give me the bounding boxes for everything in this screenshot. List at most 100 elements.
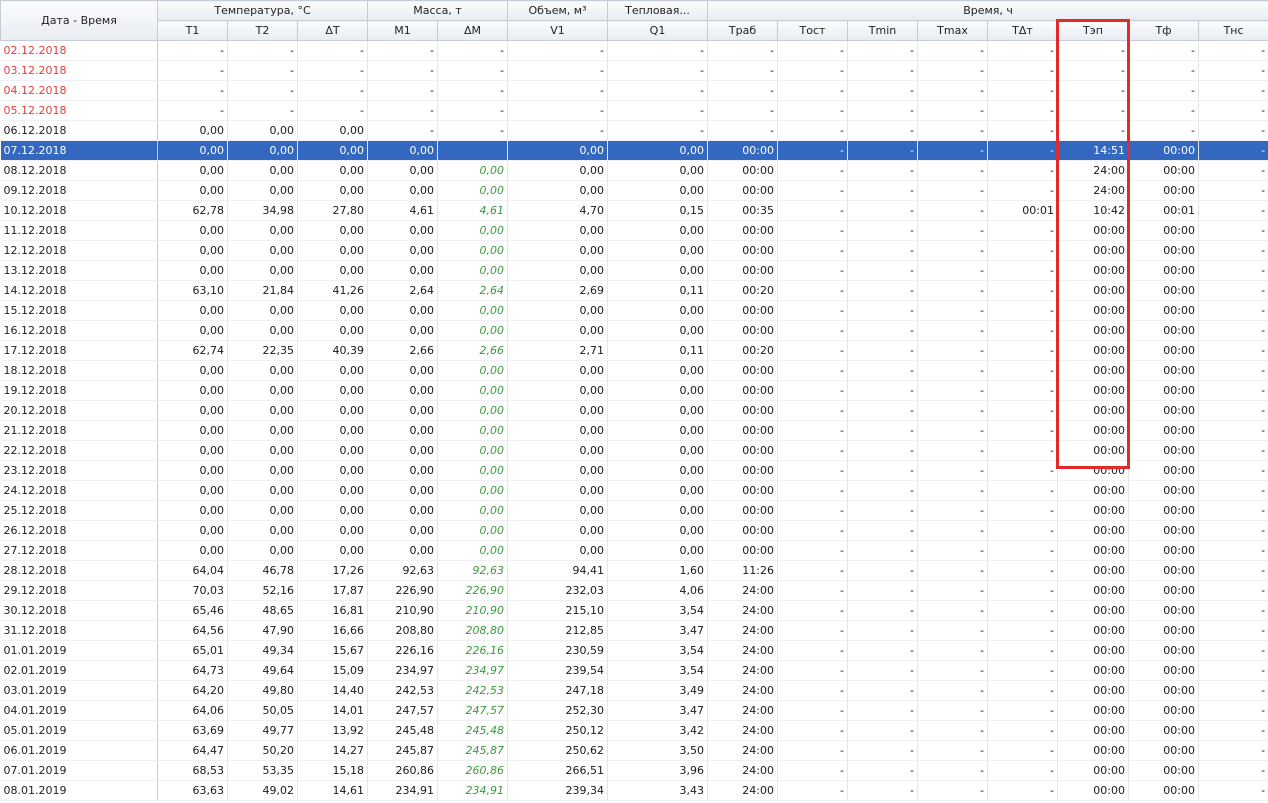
- table-cell: 00:00: [707, 140, 778, 161]
- table-row[interactable]: 02.01.2019 64,73 49,64 15,09 234,97 234,97 239…: [0, 660, 1268, 681]
- column-header[interactable]: Тэп: [1057, 20, 1129, 41]
- column-header[interactable]: Траб: [707, 20, 778, 41]
- column-header[interactable]: T1: [157, 20, 228, 41]
- table-row[interactable]: 11.12.2018 0,00 0,00 0,00 0,00 0,00 0,00 0,00 00…: [0, 220, 1268, 241]
- column-header[interactable]: M1: [367, 20, 438, 41]
- table-row[interactable]: 06.12.2018 0,00 0,00 0,00- - - - - - - - - - - -: [0, 120, 1268, 141]
- table-row[interactable]: 04.01.2019 64,06 50,05 14,01 247,57 247,57 252…: [0, 700, 1268, 721]
- table-row[interactable]: 10.12.2018 62,78 34,98 27,80 4,61 4,61 4,70 0,1…: [0, 200, 1268, 221]
- column-header[interactable]: Q1: [607, 20, 708, 41]
- table-row[interactable]: 17.12.2018 62,74 22,35 40,39 2,66 2,66 2,71 0,1…: [0, 340, 1268, 361]
- column-header[interactable]: Тmin: [847, 20, 918, 41]
- table-cell: 00:00: [1057, 780, 1129, 801]
- table-row[interactable]: 20.12.2018 0,00 0,00 0,00 0,00 0,00 0,00 0,00 00…: [0, 400, 1268, 421]
- table-row[interactable]: 08.01.2019 63,63 49,02 14,61 234,91 234,91 239…: [0, 780, 1268, 801]
- column-header[interactable]: V1: [507, 20, 608, 41]
- column-header[interactable]: Тф: [1128, 20, 1199, 41]
- table-cell: 0,00: [227, 360, 298, 381]
- table-row[interactable]: 12.12.2018 0,00 0,00 0,00 0,00 0,00 0,00 0,00 00…: [0, 240, 1268, 261]
- table-cell: -: [1198, 120, 1268, 141]
- table-cell: -: [847, 500, 918, 521]
- column-header-date[interactable]: Дата - Время: [0, 0, 158, 41]
- table-row[interactable]: 05.12.2018- - - - - - - - - - - - - - -: [0, 100, 1268, 121]
- table-cell: -: [777, 380, 848, 401]
- table-row[interactable]: 04.12.2018- - - - - - - - - - - - - - -: [0, 80, 1268, 101]
- table-row[interactable]: 03.01.2019 64,20 49,80 14,40 242,53 242,53 247…: [0, 680, 1268, 701]
- table-cell: -: [1198, 760, 1268, 781]
- table-row[interactable]: 23.12.2018 0,00 0,00 0,00 0,00 0,00 0,00 0,00 00…: [0, 460, 1268, 481]
- table-cell: 00:00: [1128, 620, 1199, 641]
- table-row[interactable]: 25.12.2018 0,00 0,00 0,00 0,00 0,00 0,00 0,00 00…: [0, 500, 1268, 521]
- table-row[interactable]: 31.12.2018 64,56 47,90 16,66 208,80 208,80 212…: [0, 620, 1268, 641]
- table-row[interactable]: 27.12.2018 0,00 0,00 0,00 0,00 0,00 0,00 0,00 00…: [0, 540, 1268, 561]
- table-row[interactable]: 09.12.2018 0,00 0,00 0,00 0,00 0,00 0,00 0,00 00…: [0, 180, 1268, 201]
- table-cell: 234,97: [437, 660, 508, 681]
- table-cell: 0,00: [367, 460, 438, 481]
- column-header[interactable]: Тmax: [917, 20, 988, 41]
- table-cell: -: [987, 740, 1058, 761]
- table-row[interactable]: 19.12.2018 0,00 0,00 0,00 0,00 0,00 0,00 0,00 00…: [0, 380, 1268, 401]
- table-row[interactable]: 07.12.2018 0,00 0,00 0,00 0,00 0,00 0,00 0,00 00…: [0, 140, 1268, 161]
- table-cell: -: [917, 640, 988, 661]
- table-cell: 226,16: [437, 640, 508, 661]
- column-header[interactable]: ΔM: [437, 20, 508, 41]
- row-date-cell: 25.12.2018: [0, 500, 158, 521]
- table-cell: 0,00: [157, 240, 228, 261]
- table-row[interactable]: 02.12.2018- - - - - - - - - - - - - - -: [0, 40, 1268, 61]
- table-row[interactable]: 03.12.2018- - - - - - - - - - - - - - -: [0, 60, 1268, 81]
- table-row[interactable]: 22.12.2018 0,00 0,00 0,00 0,00 0,00 0,00 0,00 00…: [0, 440, 1268, 461]
- table-cell: 94,41: [507, 560, 608, 581]
- table-cell: -: [1198, 300, 1268, 321]
- table-row[interactable]: 21.12.2018 0,00 0,00 0,00 0,00 0,00 0,00 0,00 00…: [0, 420, 1268, 441]
- table-cell: 0,00: [157, 360, 228, 381]
- table-row[interactable]: 14.12.2018 63,10 21,84 41,26 2,64 2,64 2,69 0,1…: [0, 280, 1268, 301]
- table-cell: -: [987, 640, 1058, 661]
- table-cell: -: [987, 680, 1058, 701]
- table-row[interactable]: 16.12.2018 0,00 0,00 0,00 0,00 0,00 0,00 0,00 00…: [0, 320, 1268, 341]
- column-header[interactable]: Тнс: [1197, 20, 1268, 41]
- row-date-cell: 20.12.2018: [0, 400, 158, 421]
- table-cell: 230,59: [507, 640, 608, 661]
- table-cell: -: [1198, 80, 1268, 101]
- table-cell: 00:00: [707, 520, 778, 541]
- table-row[interactable]: 07.01.2019 68,53 53,35 15,18 260,86 260,86 266…: [0, 760, 1268, 781]
- table-row[interactable]: 01.01.2019 65,01 49,34 15,67 226,16 226,16 230…: [0, 640, 1268, 661]
- table-cell: -: [917, 320, 988, 341]
- column-header[interactable]: ΔT: [297, 20, 368, 41]
- row-date-cell: 02.01.2019: [0, 660, 158, 681]
- row-date-cell: 12.12.2018: [0, 240, 158, 261]
- table-cell: 24:00: [707, 700, 778, 721]
- table-cell: 247,57: [367, 700, 438, 721]
- table-cell: 0,00: [297, 220, 368, 241]
- table-cell: -: [847, 480, 918, 501]
- table-cell: -: [1198, 640, 1268, 661]
- table-row[interactable]: 26.12.2018 0,00 0,00 0,00 0,00 0,00 0,00 0,00 00…: [0, 520, 1268, 541]
- table-row[interactable]: 29.12.2018 70,03 52,16 17,87 226,90 226,90 232…: [0, 580, 1268, 601]
- table-cell: -: [777, 640, 848, 661]
- table-cell: -: [987, 400, 1058, 421]
- column-header[interactable]: Тост: [777, 20, 848, 41]
- row-date-cell: 08.01.2019: [0, 780, 158, 801]
- table-cell: -: [1198, 780, 1268, 801]
- table-cell: 0,00: [297, 400, 368, 421]
- table-cell: -: [777, 400, 848, 421]
- table-cell: -: [917, 140, 988, 161]
- table-row[interactable]: 18.12.2018 0,00 0,00 0,00 0,00 0,00 0,00 0,00 00…: [0, 360, 1268, 381]
- table-cell: -: [157, 80, 228, 101]
- table-row[interactable]: 13.12.2018 0,00 0,00 0,00 0,00 0,00 0,00 0,00 00…: [0, 260, 1268, 281]
- table-cell: 0,00: [507, 500, 608, 521]
- table-row[interactable]: 08.12.2018 0,00 0,00 0,00 0,00 0,00 0,00 0,00 00…: [0, 160, 1268, 181]
- table-row[interactable]: 30.12.2018 65,46 48,65 16,81 210,90 210,90 215…: [0, 600, 1268, 621]
- table-row[interactable]: 15.12.2018 0,00 0,00 0,00 0,00 0,00 0,00 0,00 00…: [0, 300, 1268, 321]
- column-header[interactable]: ТΔт: [987, 20, 1058, 41]
- table-cell: 49,64: [227, 660, 298, 681]
- table-row[interactable]: 24.12.2018 0,00 0,00 0,00 0,00 0,00 0,00 0,00 00…: [0, 480, 1268, 501]
- table-cell: 0,00: [607, 140, 708, 161]
- table-row[interactable]: 05.01.2019 63,69 49,77 13,92 245,48 245,48 250…: [0, 720, 1268, 741]
- table-cell: 0,00: [227, 540, 298, 561]
- table-cell: 247,57: [437, 700, 508, 721]
- table-row[interactable]: 06.01.2019 64,47 50,20 14,27 245,87 245,87 250…: [0, 740, 1268, 761]
- table-cell: -: [1198, 140, 1268, 161]
- table-row[interactable]: 28.12.2018 64,04 46,78 17,26 92,63 92,63 94,41…: [0, 560, 1268, 581]
- column-header[interactable]: T2: [227, 20, 298, 41]
